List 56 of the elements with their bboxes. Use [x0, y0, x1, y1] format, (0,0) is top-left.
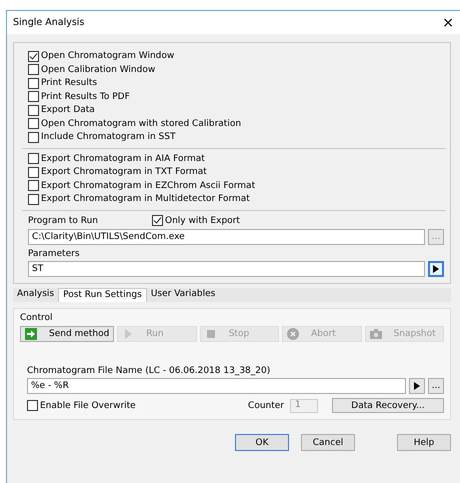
checkbox[interactable]	[28, 180, 39, 192]
checkbox-label: Print Results	[41, 78, 98, 88]
field-label: Program to Run	[28, 216, 98, 226]
checkbox-label: Export Chromatogram in TXT Format	[41, 167, 207, 178]
ok-button[interactable]: OK	[235, 434, 289, 451]
checkbox[interactable]	[28, 153, 39, 164]
field-label: Chromatogram File Name (LC - 06.06.2018 13_38_20)	[27, 366, 272, 376]
checkbox[interactable]	[28, 166, 39, 178]
checkbox-label: Enable File Overwrite	[40, 400, 136, 410]
checkbox-label: Export Chromatogram in Multidetector Format	[41, 194, 250, 204]
checkbox[interactable]	[27, 400, 38, 411]
input-field[interactable]: %e - %R	[27, 378, 406, 394]
checkbox[interactable]	[28, 50, 39, 62]
checkbox[interactable]	[28, 91, 39, 102]
checkbox[interactable]	[28, 78, 39, 89]
checkbox-label: Open Chromatogram Window	[41, 51, 174, 62]
play-icon	[122, 328, 134, 340]
close-button[interactable]: ×	[442, 16, 454, 30]
data-recovery-button[interactable]: Data Recovery...	[332, 398, 444, 413]
checkbox-label: Only with Export	[165, 216, 240, 226]
checkbox-label: Export Chromatogram in AIA Format	[41, 154, 205, 164]
tab[interactable]: Analysis	[13, 288, 58, 302]
browse-button[interactable]: ...	[428, 378, 444, 394]
input-field[interactable]: ST	[28, 261, 425, 277]
play-button[interactable]	[428, 261, 444, 277]
play-button[interactable]	[409, 378, 425, 394]
cancel-button[interactable]: Cancel	[301, 434, 355, 451]
camera-icon	[370, 328, 382, 340]
play-icon	[414, 382, 420, 390]
input-field[interactable]: C:\Clarity\Bin\UTILS\SendCom.exe	[28, 229, 425, 245]
checkbox-label: Open Chromatogram with stored Calibration	[41, 118, 242, 129]
field-label: Counter	[248, 400, 284, 410]
cancel-icon	[287, 328, 300, 340]
checkbox[interactable]	[28, 104, 39, 116]
field-label: Parameters	[28, 249, 81, 259]
help-button[interactable]: Help	[397, 434, 451, 451]
checkbox[interactable]	[28, 132, 39, 143]
arrow-icon	[25, 328, 37, 340]
checkbox[interactable]	[28, 194, 39, 205]
checkbox[interactable]	[28, 64, 39, 76]
check-icon	[29, 52, 38, 61]
checkbox-label: Export Chromatogram in EZChrom Ascii Format	[41, 180, 256, 191]
checkbox-label: Print Results To PDF	[41, 92, 130, 102]
checkbox-label: Include Chromatogram in SST	[41, 132, 176, 142]
checkbox-label: Export Data	[41, 105, 95, 116]
group-title: Control	[20, 313, 54, 323]
tab[interactable]: User Variables	[146, 288, 220, 302]
window-title: Single Analysis	[13, 17, 84, 28]
checkbox-label: Open Calibration Window	[41, 64, 156, 75]
play-icon	[433, 265, 439, 273]
toolbar-button[interactable]: Send method	[20, 326, 114, 342]
stop-icon	[204, 328, 217, 340]
tab[interactable]: Post Run Settings	[58, 288, 147, 302]
check-icon	[153, 216, 162, 226]
checkbox[interactable]	[152, 215, 163, 226]
checkbox[interactable]	[28, 118, 39, 130]
